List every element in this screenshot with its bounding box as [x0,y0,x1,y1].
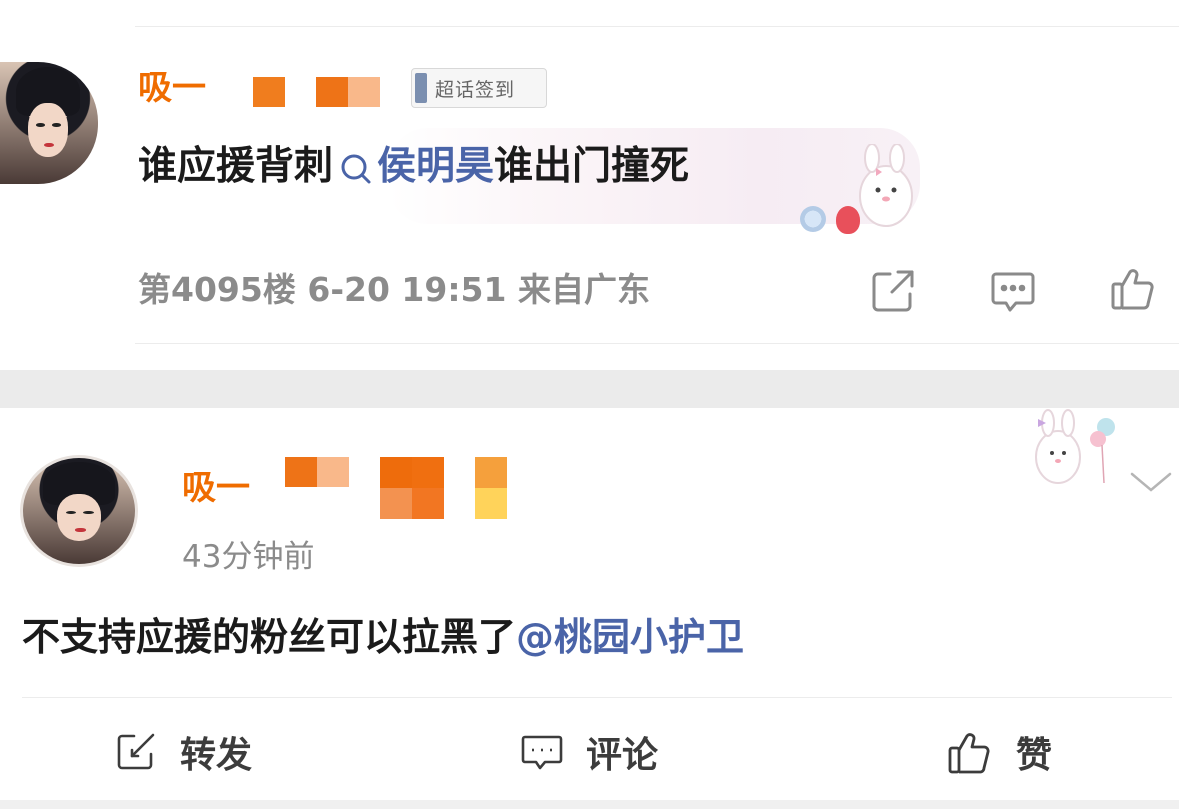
super-topic-checkin-badge[interactable]: 超话签到 [411,68,547,108]
repost-icon [117,733,155,770]
name-mosaic [348,77,380,107]
poster-username[interactable]: 吸一 [182,468,250,508]
bottom-strip [0,800,1179,809]
name-mosaic [253,77,285,107]
search-icon [337,147,375,187]
post-time: 43分钟前 [182,539,315,575]
commenter-avatar[interactable] [0,62,98,184]
comment-icon [521,735,563,770]
like-label: 赞 [1016,735,1053,776]
floor-number: 第4095楼 [138,270,296,309]
like-icon[interactable] [1108,264,1158,314]
cake-sticker-icon [800,206,826,232]
comment-meta: 第4095楼 6-20 19:51 来自广东 [138,266,650,314]
name-mosaic [380,457,412,488]
post-text: 不支持应援的粉丝可以拉黑了@桃园小护卫 [22,612,744,662]
bunny-balloon-sticker-icon [1024,405,1124,495]
repost-button[interactable]: 转发 [114,722,252,782]
like-button[interactable]: 赞 [946,722,1052,782]
name-mosaic [412,457,444,488]
comment-location: 来自广东 [517,270,650,309]
name-mosaic [317,457,349,487]
post-divider [22,697,1172,698]
mention-link[interactable]: @桃园小护卫 [516,615,744,659]
chevron-down-icon[interactable] [1126,456,1176,506]
post-text-body: 不支持应援的粉丝可以拉黑了 [22,615,517,659]
comment-label: 评论 [586,735,659,776]
like-icon [948,733,990,774]
topic-link[interactable]: 侯明昊 [377,143,494,191]
comment-date: 6-20 19:51 [307,270,507,309]
name-mosaic [380,488,412,519]
name-mosaic [316,77,348,107]
divider-bottom [135,343,1179,344]
strawberry-icon [836,206,860,234]
comment-text-part: 谁出门撞死 [494,144,690,189]
comment-button[interactable]: 评论 [520,722,658,782]
comment-text-part: 谁应援背刺 [138,144,334,189]
commenter-username[interactable]: 吸一 [138,68,206,108]
section-separator [0,370,1179,408]
name-mosaic [285,457,317,487]
repost-label: 转发 [180,735,253,776]
badge-icon [415,73,427,103]
comment-icon[interactable] [988,266,1038,316]
badge-label: 超话签到 [435,78,516,101]
comment-text: 谁应援背刺 侯明昊 谁出门撞死 [138,143,689,191]
name-mosaic [475,488,507,519]
share-icon[interactable] [868,266,918,316]
divider-top [135,26,1179,27]
name-mosaic [412,488,444,519]
name-mosaic [475,457,507,488]
poster-avatar[interactable] [20,455,138,567]
